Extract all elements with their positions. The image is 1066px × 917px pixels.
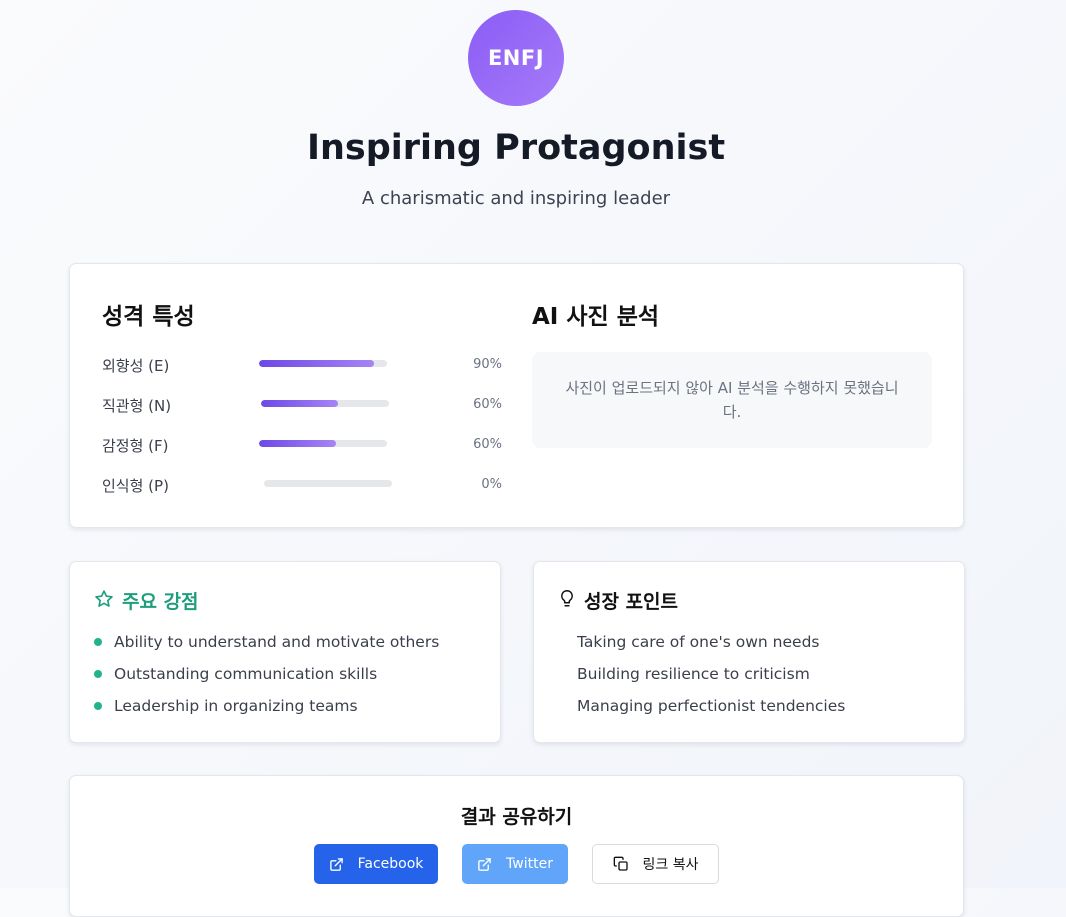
- external-link-icon: [329, 857, 344, 872]
- bullet-dot: [94, 670, 102, 678]
- trait-row-perceiving: 인식형 (P) 0%: [102, 473, 502, 497]
- type-code: ENFJ: [487, 46, 545, 70]
- copy-link-button[interactable]: 링크 복사: [592, 844, 719, 884]
- trait-bar-fill: [261, 400, 338, 407]
- growth-card: 성장 포인트 Taking care of one's own needs Bu…: [533, 561, 965, 743]
- trait-label: 외향성 (E): [102, 357, 170, 375]
- strengths-header: 주요 강점: [94, 587, 199, 614]
- trait-row-intuition: 직관형 (N) 60%: [102, 393, 502, 417]
- strengths-title: 주요 강점: [122, 591, 199, 613]
- trait-percent: 0%: [481, 477, 502, 492]
- trait-percent: 60%: [473, 397, 502, 412]
- list-item: Building resilience to criticism: [577, 664, 845, 696]
- copy-link-label: 링크 복사: [642, 857, 699, 873]
- trait-bar-track: [259, 440, 387, 447]
- trait-bar-track: [261, 400, 389, 407]
- share-card: 결과 공유하기 Facebook Twitter 링크 복사: [69, 775, 964, 917]
- list-item: Managing perfectionist tendencies: [577, 696, 845, 728]
- traits-title: 성격 특성: [102, 304, 195, 330]
- bullet-dot: [94, 702, 102, 710]
- page-title: Inspiring Protagonist: [306, 128, 726, 168]
- list-item-text: Outstanding communication skills: [114, 665, 378, 683]
- list-item-text: Ability to understand and motivate other…: [114, 633, 440, 651]
- copy-icon: [613, 856, 629, 872]
- trait-percent: 60%: [473, 437, 502, 452]
- lightbulb-icon: [558, 589, 576, 613]
- trait-bar-track: [264, 480, 392, 487]
- bullet-dot: [94, 638, 102, 646]
- growth-list: Taking care of one's own needs Building …: [577, 632, 845, 728]
- share-twitter-button[interactable]: Twitter: [462, 844, 568, 884]
- list-item-text: Taking care of one's own needs: [577, 633, 820, 651]
- trait-row-feeling: 감정형 (F) 60%: [102, 433, 502, 457]
- external-link-icon: [477, 857, 492, 872]
- trait-label: 감정형 (F): [102, 437, 169, 455]
- traits-card: 성격 특성 외향성 (E) 90% 직관형 (N) 60% 감정형 (F) 60…: [69, 263, 964, 528]
- share-facebook-button[interactable]: Facebook: [314, 844, 438, 884]
- trait-label: 직관형 (N): [102, 397, 172, 415]
- star-icon: [94, 589, 114, 613]
- growth-header: 성장 포인트: [558, 587, 678, 614]
- trait-row-extraversion: 외향성 (E) 90%: [102, 353, 502, 377]
- trait-percent: 90%: [473, 357, 502, 372]
- share-title: 결과 공유하기: [460, 806, 573, 828]
- trait-bar-track: [259, 360, 387, 367]
- page-subtitle: A charismatic and inspiring leader: [361, 188, 671, 209]
- mbti-type-avatar: ENFJ: [468, 10, 564, 106]
- trait-label: 인식형 (P): [102, 477, 169, 495]
- growth-title: 성장 포인트: [584, 591, 679, 613]
- strengths-card: 주요 강점 Ability to understand and motivate…: [69, 561, 501, 743]
- list-item: Taking care of one's own needs: [577, 632, 845, 664]
- list-item-text: Building resilience to criticism: [577, 665, 810, 683]
- share-twitter-label: Twitter: [506, 856, 553, 872]
- list-item-text: Managing perfectionist tendencies: [577, 697, 846, 715]
- trait-bar-fill: [259, 440, 336, 447]
- share-facebook-label: Facebook: [357, 856, 424, 872]
- list-item-text: Leadership in organizing teams: [114, 697, 358, 715]
- trait-bar-fill: [259, 360, 375, 367]
- ai-analysis-message: 사진이 업로드되지 않아 AI 분석을 수행하지 못했습니다.: [532, 352, 932, 448]
- ai-analysis-title: AI 사진 분석: [532, 304, 660, 330]
